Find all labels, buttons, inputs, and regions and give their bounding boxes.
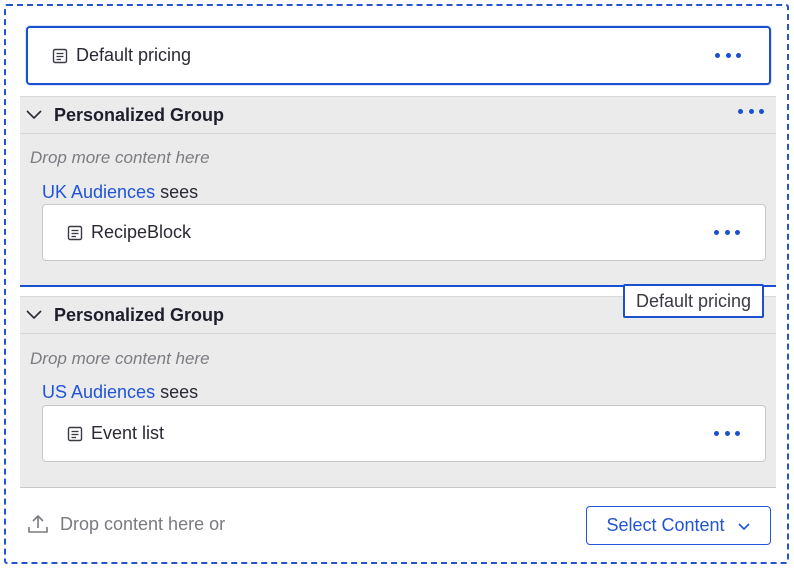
- block-icon: [67, 426, 83, 442]
- block-icon: [52, 48, 68, 64]
- group-title: Personalized Group: [54, 304, 225, 325]
- audience-line: UK Audiences sees: [42, 182, 198, 203]
- drop-hint: Drop more content here: [30, 349, 210, 368]
- content-item-event-list[interactable]: Event list: [42, 405, 766, 462]
- select-content-label: Select Content: [606, 515, 725, 535]
- item-label: RecipeBlock: [91, 222, 192, 242]
- upload-icon: [26, 512, 50, 536]
- audience-link[interactable]: UK Audiences: [42, 182, 155, 202]
- footer-dropzone: Drop content here or: [26, 512, 225, 536]
- more-options-icon[interactable]: [715, 48, 741, 64]
- personalized-group: Personalized Group Drop more content her…: [20, 96, 776, 286]
- chevron-down-icon[interactable]: [24, 305, 44, 325]
- audience-link[interactable]: US Audiences: [42, 382, 155, 402]
- drop-content-text: Drop content here or: [60, 513, 226, 534]
- group-title: Personalized Group: [54, 104, 225, 125]
- block-icon: [67, 225, 83, 241]
- more-options-icon[interactable]: [714, 225, 740, 241]
- item-label: Event list: [91, 423, 165, 443]
- more-options-icon[interactable]: [738, 103, 764, 119]
- audience-line: US Audiences sees: [42, 382, 198, 403]
- content-item-recipeblock[interactable]: RecipeBlock: [42, 204, 766, 261]
- drop-hint: Drop more content here: [30, 148, 210, 167]
- item-label: Default pricing: [76, 45, 192, 65]
- personalized-group: Personalized Group Drop more content her…: [20, 296, 776, 488]
- more-options-icon[interactable]: [714, 426, 740, 442]
- drag-preview-tooltip: Default pricing: [623, 284, 765, 318]
- sees-label: sees: [160, 182, 199, 202]
- chevron-down-icon: [737, 519, 751, 533]
- chevron-down-icon[interactable]: [24, 105, 44, 125]
- group-header: Personalized Group: [20, 97, 776, 134]
- sees-label: sees: [160, 382, 199, 402]
- content-item-default-pricing[interactable]: Default pricing: [26, 26, 771, 85]
- select-content-button[interactable]: Select Content: [586, 506, 771, 545]
